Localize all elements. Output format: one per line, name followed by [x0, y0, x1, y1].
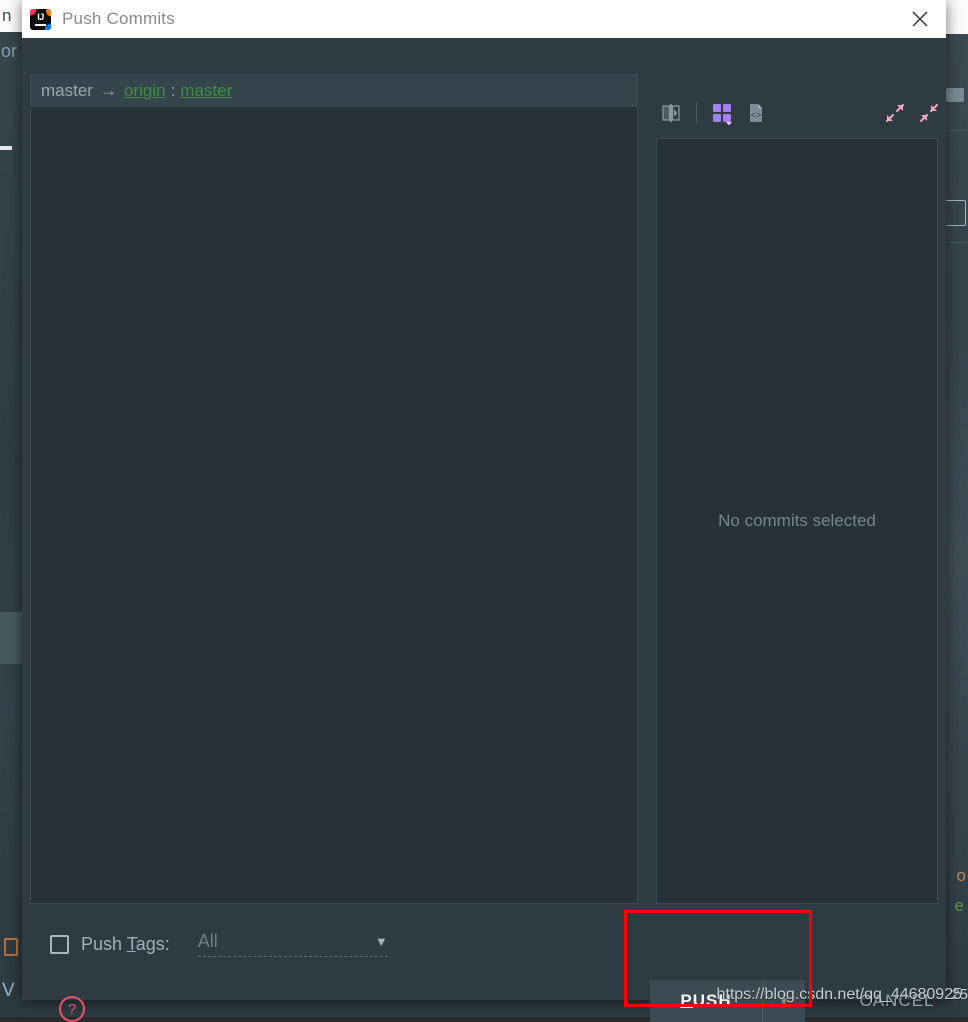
tags-scope-dropdown[interactable]: All ▼: [197, 931, 388, 957]
chevron-down-icon: ▼: [374, 934, 388, 949]
ide-left-orange-marker: [4, 938, 18, 956]
ide-right-text-fragment-o: o: [956, 866, 966, 885]
dialog-title: Push Commits: [62, 9, 175, 28]
ide-left-edge: V: [0, 0, 22, 1017]
dialog-titlebar: IJ Push Commits: [22, 0, 946, 38]
toolbar-divider: [696, 102, 697, 124]
collapse-all-icon[interactable]: [912, 96, 946, 130]
ide-left-menubar-fragment: n: [0, 0, 22, 32]
side-by-side-diff-icon[interactable]: [654, 96, 688, 130]
ide-left-tick: [0, 146, 12, 150]
push-tags-mnemonic: T: [126, 933, 136, 954]
ide-right-panel-box: [944, 200, 966, 226]
arrow-right-icon: →: [99, 81, 117, 100]
commits-list[interactable]: [31, 107, 637, 902]
push-tags-label-post: ags:: [135, 933, 170, 954]
ide-left-text-fragment-top: n: [2, 6, 12, 25]
push-mnemonic: P: [680, 991, 693, 1010]
local-branch-label: master: [41, 81, 93, 100]
no-commits-selected-message: No commits selected: [718, 511, 876, 530]
details-toolbar: <>: [654, 88, 946, 138]
dialog-body: master → origin : master <> No commits s…: [22, 38, 946, 1022]
ide-left-text-fragment-bottom: V: [2, 980, 15, 1001]
ide-right-text-fragment-e: e: [954, 896, 964, 915]
push-tags-label: Push Tags:: [81, 934, 170, 955]
svg-text:<>: <>: [751, 111, 762, 121]
tags-scope-value: All: [197, 931, 218, 951]
close-icon[interactable]: [894, 0, 946, 38]
branch-separator: :: [170, 81, 176, 100]
intellij-idea-icon: IJ: [30, 8, 51, 30]
remote-branch-link[interactable]: master: [180, 81, 232, 101]
help-glyph: ?: [67, 1000, 77, 1018]
watermark-url: https://blog.csdn.net/qq_44680925: [716, 986, 962, 1003]
ide-right-toolbar-icon: [946, 88, 964, 102]
ide-left-highlight-band: [0, 612, 22, 664]
expand-all-icon[interactable]: [878, 96, 912, 130]
push-tags-checkbox[interactable]: [50, 934, 69, 954]
commits-panel: master → origin : master: [30, 74, 638, 904]
push-tags-row: Push Tags: All ▼: [50, 931, 388, 957]
help-icon[interactable]: ?: [59, 996, 85, 1022]
file-code-icon[interactable]: <>: [739, 96, 773, 130]
ide-left-text-fragment-second: or: [1, 41, 18, 61]
grid-view-icon[interactable]: [705, 96, 739, 130]
commit-details-panel: No commits selected: [656, 138, 938, 904]
push-tags-label-pre: Push: [81, 933, 127, 954]
remote-name-link[interactable]: origin: [124, 81, 166, 101]
push-commits-dialog: IJ Push Commits master → origin : master: [22, 0, 946, 1022]
branch-selector-row[interactable]: master → origin : master: [31, 75, 637, 107]
